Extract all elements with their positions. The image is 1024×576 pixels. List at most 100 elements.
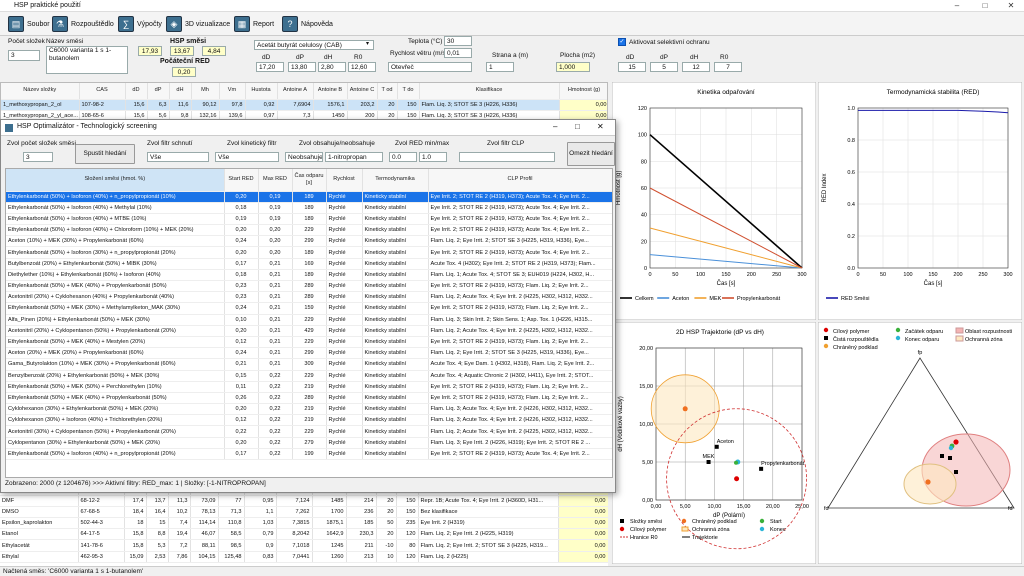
result-row[interactable]: Butylbenzoát (20%) + Ethylenkarbonát (50… (6, 258, 612, 270)
col-header[interactable]: T do (397, 83, 420, 100)
col-header[interactable]: Vm (219, 83, 246, 100)
result-row[interactable]: Acetonitril (20%) + Cyklohexanon (40%) +… (6, 291, 612, 304)
col-header[interactable]: Antoine A (277, 83, 314, 100)
result-row[interactable]: Ethylenkarbonát (50%) + MEK (50%) + Perc… (6, 381, 612, 393)
red-min-field[interactable]: 0.0 (389, 152, 417, 162)
table-row[interactable]: 1_methoxypropan_2_ol 107-98-2 15,6 6,3 11,6 9… (1, 99, 607, 111)
result-row[interactable]: Ethylenkarbonát (50%) + Isoforon (40%) +… (6, 202, 612, 214)
prot-dh-field[interactable]: 12 (682, 62, 710, 72)
checkbox-icon[interactable]: ✓ (618, 38, 626, 46)
table-cell: 18,4 (124, 506, 147, 519)
kinetic-filter-select[interactable]: Vše (215, 152, 279, 162)
result-row[interactable]: Cyklohexanon (30%) + Isoforon (40%) + Tr… (6, 414, 612, 427)
result-col-header[interactable]: Rychlost (326, 169, 363, 192)
result-cell: 0,22 (258, 403, 293, 416)
prot-dd-field[interactable]: 15 (618, 62, 646, 72)
col-header[interactable]: Mh (191, 83, 220, 100)
dialog-minimize-button[interactable]: – (553, 122, 557, 131)
result-row[interactable]: Acetonitril (30%) + Cyklopentanon (50%) … (6, 425, 612, 438)
poly-dp-field[interactable]: 13,80 (288, 62, 316, 72)
table-cell: 7,124 (276, 495, 313, 507)
dialog-close-button[interactable]: ✕ (597, 122, 604, 131)
toolbar-file-button[interactable]: ▤ Soubor (8, 15, 50, 33)
dry-filter-select[interactable]: Vše (147, 152, 209, 162)
legend-label: Celkem (635, 296, 654, 302)
col-header[interactable]: CAS (79, 83, 126, 100)
toolbar-help-button[interactable]: ? Nápověda (282, 15, 333, 33)
contains-mode-select[interactable]: Neobsahuje (285, 152, 323, 162)
mix-name-field[interactable]: C6000 varianta 1 s 1-butanolem (46, 46, 128, 74)
minimize-button[interactable]: – (944, 0, 970, 12)
result-row[interactable]: Aceton (10%) + MEK (30%) + Propylenkarbo… (6, 235, 612, 248)
maximize-button[interactable]: □ (972, 0, 998, 12)
table-row[interactable]: DMF 68-12-2 17,4 13,7 11,3 73,09 77 0,95 7,124 14… (0, 495, 608, 507)
table-row[interactable]: Ethylacetát 141-78-6 15,8 5,3 7,2 88,11 98,5 0,… (0, 539, 608, 552)
col-header[interactable]: Název složky (1, 83, 80, 100)
col-header[interactable]: Antoine B (313, 83, 348, 100)
toolbar-report-button[interactable]: ▦ Report (234, 15, 274, 33)
result-col-header[interactable]: Složení směsi (hmot. %) (6, 169, 225, 192)
hsp-mix-label: HSP směsi (170, 38, 207, 45)
poly-dd-field[interactable]: 17,20 (256, 62, 284, 72)
close-button[interactable]: ✕ (998, 0, 1024, 12)
col-header[interactable]: Antoine C (347, 83, 378, 100)
result-row[interactable]: Ethylenkarbonát (50%) + MEK (40%) + Prop… (6, 392, 612, 405)
result-row[interactable]: Acetonitril (20%) + Cyklopentanon (50%) … (6, 325, 612, 337)
prot-r0-field[interactable]: 7 (714, 62, 742, 72)
temp-field[interactable]: 30 (444, 36, 472, 46)
red-max-field[interactable]: 1.0 (419, 152, 447, 162)
toolbar-solvent-button[interactable]: ⚗ Rozpouštědlo (52, 15, 114, 33)
poly-r0-field[interactable]: 12,60 (348, 62, 376, 72)
table-row[interactable]: Epsilon_kaprolakton 502-44-3 18 15 7,4 114,14… (0, 517, 608, 530)
dialog-title: HSP Optimalizátor - Technologický screen… (17, 123, 157, 130)
table-row[interactable]: Ethylal 462-95-3 15,09 2,53 7,86 104,15 125,48… (0, 551, 608, 563)
result-row[interactable]: Ethylenkarbonát (50%) + Isoforon (40%) +… (6, 224, 612, 237)
table-cell: Flam. Liq. 2; Eye Irrit. 2 (H225, H319) (418, 528, 559, 541)
result-row[interactable]: Ethylenkarbonát (50%) + Isoforon (40%) +… (6, 448, 612, 461)
result-col-header[interactable]: Čas odparu [s] (292, 169, 327, 192)
col-header[interactable]: dH (169, 83, 192, 100)
wind-field[interactable]: 0,01 (444, 48, 472, 58)
table-row[interactable]: DMSO 67-68-5 18,4 16,4 10,2 78,13 71,3 1,1 7,262… (0, 506, 608, 519)
limit-search-button[interactable]: Omezit hledání (567, 142, 615, 166)
result-row[interactable]: Cyklopentanon (30%) + Ethylenkarbonát (5… (6, 437, 612, 449)
poly-dh-field[interactable]: 2,80 (318, 62, 346, 72)
contains-value-field[interactable]: 1-nitropropan (325, 152, 383, 162)
result-row[interactable]: Ethylenkarbonát (50%) + MEK (40%) + Prop… (6, 280, 612, 293)
result-row[interactable]: Ethylenkarbonát (50%) + Isoforon (40%) +… (6, 213, 612, 226)
col-header[interactable]: T od (377, 83, 398, 100)
count-select[interactable]: 3 (8, 50, 40, 61)
col-header[interactable]: Hustota (245, 83, 278, 100)
dlg-count-select[interactable]: 3 (23, 152, 53, 162)
toolbar-calc-button[interactable]: ∑ Výpočty (118, 15, 162, 33)
result-col-header[interactable]: Start RED (224, 169, 259, 192)
result-row[interactable]: Ethylenkarbonát (50%) + MEK (40%) + Mest… (6, 336, 612, 349)
col-header[interactable]: Hmotnost (g) (559, 83, 607, 100)
result-row[interactable]: Cyklohexanon (30%) + Ethylenkarbonát (50… (6, 403, 612, 416)
result-col-header[interactable]: Termodynamika (362, 169, 429, 192)
polymer-select[interactable]: Acetát butyrát celulosy (CAB) (254, 40, 374, 50)
result-row[interactable]: Aceton (20%) + MEK (20%) + Propylenkarbo… (6, 347, 612, 360)
toolbar-3d-button[interactable]: ◈ 3D vizualizace (166, 15, 230, 33)
table-cell: 18 (124, 517, 147, 530)
table-row[interactable]: Etanol 64-17-5 15,8 8,8 19,4 46,07 58,5 0,79 8,2… (0, 528, 608, 541)
run-search-button[interactable]: Spustit hledání (75, 144, 135, 164)
result-col-header[interactable]: CLP Profil (428, 169, 612, 192)
dialog-maximize-button[interactable]: □ (575, 122, 580, 131)
selective-protection-toggle[interactable]: ✓ Aktivovat selektivní ochranu (618, 38, 710, 46)
result-row[interactable]: Gama_Butyrolakton (10%) + MEK (30%) + Pr… (6, 358, 612, 371)
result-row[interactable]: Alfa_Pinen (20%) + Ethylenkarbonát (50%)… (6, 314, 612, 326)
result-row[interactable]: Ethylenkarbonát (50%) + MEK (30%) + Meth… (6, 302, 612, 315)
clp-filter-field[interactable] (459, 152, 555, 162)
col-header[interactable]: Klasifikace (419, 83, 560, 100)
result-col-header[interactable]: Max RED (258, 169, 293, 192)
col-header[interactable]: dD (125, 83, 148, 100)
side-field[interactable]: 1 (486, 62, 514, 72)
result-row[interactable]: Benzylbenzoát (20%) + Ethylenkarbonát (5… (6, 370, 612, 382)
result-row[interactable]: Ethylenkarbonát (50%) + Isoforon (30%) +… (6, 246, 612, 259)
prot-dp-field[interactable]: 5 (650, 62, 678, 72)
mode-select[interactable]: Otevřeč (388, 62, 472, 72)
result-row[interactable]: Diethylether (10%) + Ethylenkarbonát (60… (6, 269, 612, 282)
result-row[interactable]: Ethylenkarbonát (50%) + Isoforon (40%) +… (6, 191, 612, 203)
col-header[interactable]: dP (147, 83, 170, 100)
